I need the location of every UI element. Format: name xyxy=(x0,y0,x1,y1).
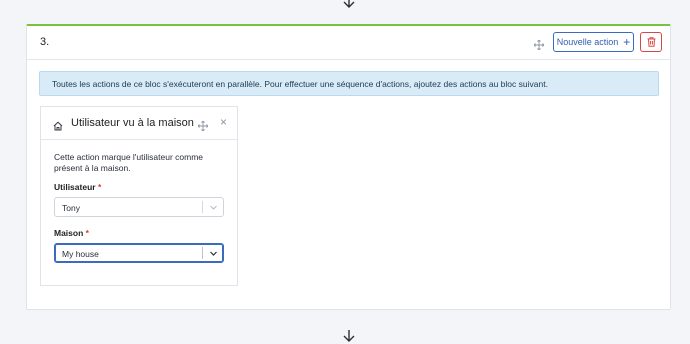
chevron-down-icon[interactable] xyxy=(209,203,218,214)
user-select-value: Tony xyxy=(62,203,80,213)
select-separator xyxy=(202,247,203,259)
user-select[interactable]: Tony xyxy=(54,197,224,217)
house-label-text: Maison xyxy=(54,228,84,238)
action-title: Utilisateur vu à la maison xyxy=(71,117,194,129)
trash-icon xyxy=(647,35,656,50)
action-block: 3. Nouvelle action + Toutes les actions … xyxy=(26,24,671,310)
flow-arrow-down-icon xyxy=(341,0,357,10)
flow-arrow-down-icon xyxy=(341,330,357,344)
action-card: Utilisateur vu à la maison × Cette actio… xyxy=(40,106,238,286)
info-alert: Toutes les actions de ce bloc s'exécuter… xyxy=(39,71,659,96)
new-action-label: Nouvelle action xyxy=(556,37,619,47)
user-label-text: Utilisateur xyxy=(54,182,96,192)
plus-icon: + xyxy=(623,35,631,49)
delete-block-button[interactable] xyxy=(640,32,662,52)
house-field-label: Maison * xyxy=(54,228,224,238)
required-marker: * xyxy=(85,228,89,238)
home-icon xyxy=(53,118,63,136)
move-icon[interactable] xyxy=(197,118,209,136)
required-marker: * xyxy=(97,182,102,192)
close-icon[interactable]: × xyxy=(220,115,227,129)
new-action-button[interactable]: Nouvelle action + xyxy=(553,32,634,52)
move-icon[interactable] xyxy=(533,37,545,55)
action-card-header: Utilisateur vu à la maison × xyxy=(41,107,237,140)
action-card-body: Cette action marque l'utilisateur comme … xyxy=(41,140,237,263)
chevron-down-icon[interactable] xyxy=(209,249,218,260)
block-number: 3. xyxy=(40,36,50,48)
house-select-value: My house xyxy=(62,249,99,259)
house-select[interactable]: My house xyxy=(54,243,224,263)
select-separator xyxy=(202,201,203,213)
action-description: Cette action marque l'utilisateur comme … xyxy=(54,152,204,173)
user-field-label: Utilisateur * xyxy=(54,182,224,192)
block-header: 3. Nouvelle action + xyxy=(27,26,670,60)
